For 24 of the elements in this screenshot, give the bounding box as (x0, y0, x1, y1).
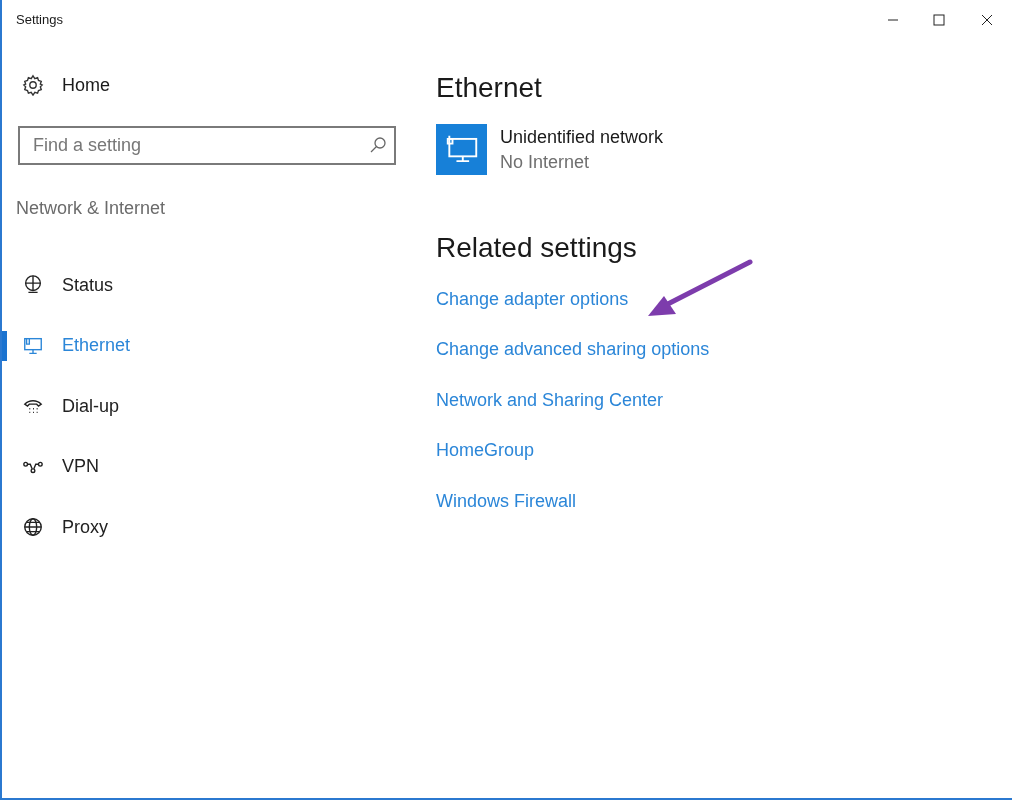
nav-item[interactable]: VPN (22, 453, 99, 481)
network-name: Unidentified network (500, 125, 664, 149)
settings-link[interactable]: Network and Sharing Center (436, 375, 710, 426)
page-heading: Ethernet (436, 71, 543, 105)
settings-link[interactable]: Change adapter options (436, 274, 710, 325)
settings-link[interactable]: HomeGroup (436, 425, 710, 476)
category-label: Network & Internet (16, 197, 167, 220)
window-title: Settings (16, 11, 63, 30)
nav-item[interactable]: Proxy (22, 513, 108, 541)
nav-item[interactable]: Status (22, 271, 114, 299)
settings-link[interactable]: Change advanced sharing options (436, 324, 710, 375)
nav-item[interactable]: Dial-up (22, 392, 120, 420)
section-heading: Related settings (436, 231, 638, 265)
nav-item[interactable]: Ethernet (22, 332, 131, 360)
selection-indicator (2, 330, 7, 361)
globe-icon (22, 516, 44, 539)
network-status: No Internet (500, 150, 591, 174)
search-icon (369, 136, 387, 154)
close-icon (981, 14, 993, 26)
settings-link[interactable]: Windows Firewall (436, 476, 710, 527)
maximize-icon (933, 14, 945, 26)
settings-icon (22, 74, 44, 96)
home-nav-item[interactable]: Home (22, 70, 412, 100)
search-field[interactable]: Find a setting (18, 126, 396, 165)
